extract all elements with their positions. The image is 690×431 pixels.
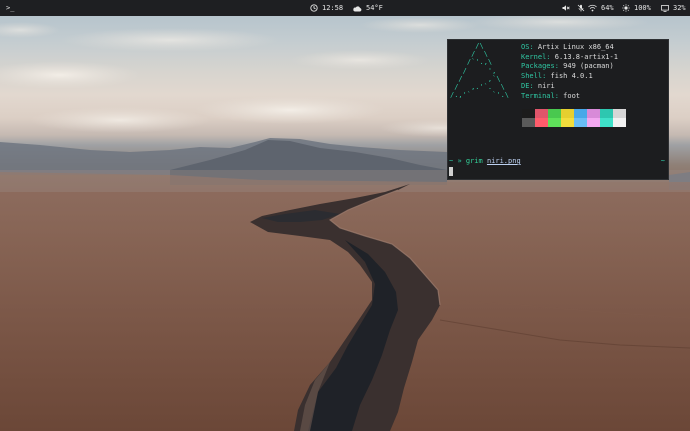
palette-swatch	[522, 118, 535, 127]
volume-button[interactable]	[562, 0, 570, 16]
palette-swatch	[548, 118, 561, 127]
palette-swatch	[600, 109, 613, 118]
microphone-button[interactable]	[577, 0, 585, 16]
brightness-icon	[622, 4, 630, 12]
fetch-line-kernel: Kernel: 6.13.8-artix1-1	[521, 52, 618, 61]
palette-swatch	[561, 109, 574, 118]
palette-swatch	[561, 118, 574, 127]
weather-temperature: 54°F	[366, 4, 383, 12]
cloud-icon	[353, 5, 362, 11]
display-value: 32%	[673, 4, 686, 12]
palette-swatch	[535, 109, 548, 118]
artix-ascii-logo: /\ / \ /`'.,\ / ', / ,`\ / ,.'`. \ /.,'`…	[450, 42, 510, 100]
clock-widget[interactable]: 12:58	[310, 0, 343, 16]
prompt-cwd: ~	[449, 157, 454, 165]
palette-swatch	[535, 118, 548, 127]
palette-swatch	[613, 118, 626, 127]
speaker-muted-icon	[562, 5, 570, 11]
terminal-cursor	[449, 167, 453, 176]
fetch-line-os: OS: Artix Linux x86_64	[521, 43, 614, 51]
microphone-muted-icon	[577, 4, 585, 12]
launcher-button[interactable]: >_	[6, 0, 14, 16]
palette-swatch	[600, 118, 613, 127]
battery-percentage: 64%	[601, 4, 614, 12]
palette-swatch	[574, 118, 587, 127]
prompt-command: grim	[465, 157, 483, 165]
network-widget[interactable]: 64%	[588, 0, 614, 16]
terminal-launcher-icon: >_	[6, 4, 15, 12]
fetch-line-shell: Shell: fish 4.0.1	[521, 72, 593, 81]
clock-icon	[310, 4, 318, 12]
monitor-icon	[661, 4, 669, 12]
display-widget[interactable]: 32%	[661, 0, 686, 16]
palette-swatch	[548, 109, 561, 118]
brightness-value: 100%	[634, 4, 651, 12]
prompt-arrow: »	[457, 157, 462, 165]
clock-time: 12:58	[322, 4, 344, 12]
palette-swatch	[574, 109, 587, 118]
fetch-line-terminal: Terminal: foot	[521, 91, 581, 100]
shell-prompt: ~ » grim niri.png	[449, 157, 521, 165]
prompt-argument: niri.png	[486, 157, 521, 165]
fetch-line-de: DE: niri	[521, 81, 555, 90]
weather-widget[interactable]: 54°F	[353, 0, 383, 16]
palette-swatch	[587, 118, 600, 127]
prompt-right-cwd: ~	[660, 157, 665, 165]
palette-swatch	[613, 109, 626, 118]
color-palette	[522, 109, 626, 127]
fetch-info: OS: Artix Linux x86_64 Kernel: 6.13.8-ar…	[521, 43, 618, 101]
palette-swatch	[587, 109, 600, 118]
brightness-widget[interactable]: 100%	[622, 0, 651, 16]
fetch-line-packages: Packages: 949 (pacman)	[521, 62, 614, 71]
terminal-window[interactable]: /\ / \ /`'.,\ / ', / ,`\ / ,.'`. \ /.,'`…	[447, 39, 669, 180]
top-bar: >_ 12:58 54°F 64% 100% 32%	[0, 0, 690, 16]
palette-swatch	[522, 109, 535, 118]
wifi-icon	[588, 4, 597, 12]
